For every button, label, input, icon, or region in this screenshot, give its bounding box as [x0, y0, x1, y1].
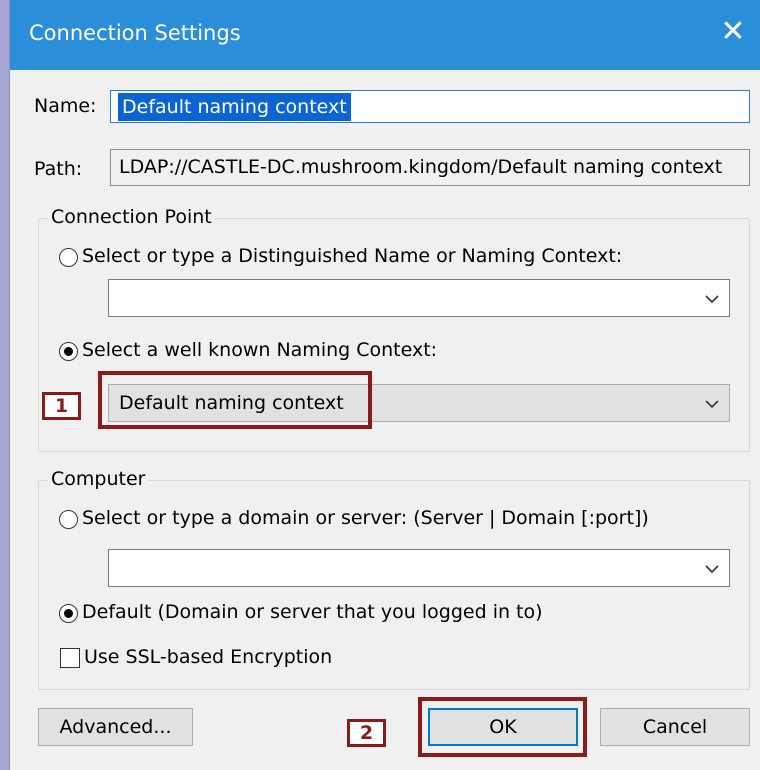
computer-title: Computer: [48, 468, 149, 490]
callout-2-box: [418, 697, 587, 757]
path-field: LDAP://CASTLE-DC.mushroom.kingdom/Defaul…: [110, 149, 750, 186]
default-radio[interactable]: [59, 604, 78, 623]
dn-combo[interactable]: [108, 279, 730, 317]
cancel-button[interactable]: Cancel: [600, 708, 750, 746]
title-bar[interactable]: Connection Settings ✕: [10, 0, 760, 70]
close-icon[interactable]: ✕: [715, 14, 751, 50]
callout-2-number: 2: [347, 719, 386, 747]
server-radio[interactable]: [59, 510, 78, 529]
chevron-down-icon: [705, 565, 719, 574]
dn-radio-label: Select or type a Distinguished Name or N…: [82, 245, 623, 267]
path-label: Path:: [34, 158, 83, 180]
window-title: Connection Settings: [29, 21, 241, 45]
wellknown-radio[interactable]: [59, 342, 78, 361]
default-radio-label: Default (Domain or server that you logge…: [82, 601, 543, 623]
advanced-button[interactable]: Advanced...: [38, 708, 193, 746]
ssl-checkbox-label: Use SSL-based Encryption: [84, 646, 333, 668]
server-combo[interactable]: [108, 549, 730, 587]
wellknown-radio-label: Select a well known Naming Context:: [82, 339, 438, 361]
connection-settings-dialog: Connection Settings ✕ Name: Default nami…: [9, 0, 760, 770]
server-radio-label: Select or type a domain or server: (Serv…: [82, 507, 649, 529]
callout-1-number: 1: [42, 392, 81, 420]
name-label: Name:: [34, 95, 97, 117]
ssl-checkbox[interactable]: [60, 648, 80, 668]
callout-1-box: [98, 371, 372, 429]
connection-point-title: Connection Point: [48, 206, 215, 228]
chevron-down-icon: [705, 295, 719, 304]
name-field-value: Default naming context: [118, 93, 351, 121]
chevron-down-icon: [705, 400, 719, 409]
dn-radio[interactable]: [59, 248, 78, 267]
